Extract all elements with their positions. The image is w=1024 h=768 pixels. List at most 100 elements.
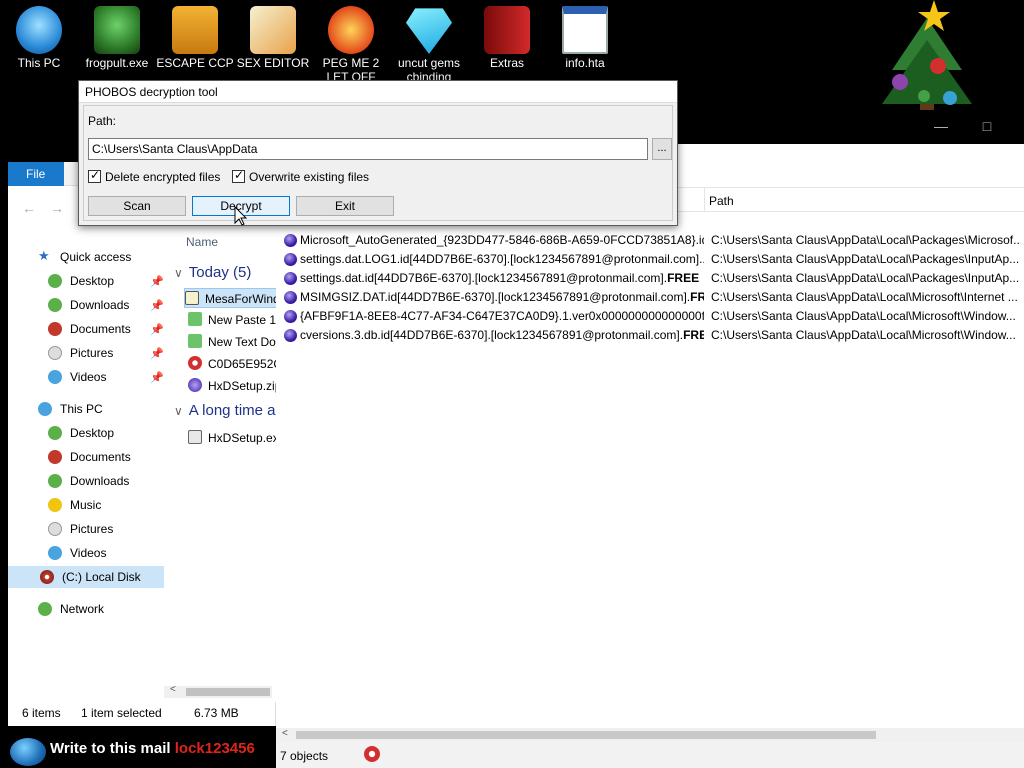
checkbox-checked-icon[interactable] bbox=[88, 168, 101, 183]
status-item-count: 6 items bbox=[22, 706, 61, 720]
videos-folder-icon bbox=[48, 546, 62, 560]
start-orb-icon[interactable] bbox=[10, 738, 46, 766]
result-file-path: C:\Users\Santa Claus\AppData\Local\Packa… bbox=[711, 252, 1020, 266]
back-arrow-icon[interactable]: ← bbox=[22, 200, 36, 216]
result-row[interactable]: Microsoft_AutoGenerated_{923DD477-5846-6… bbox=[276, 231, 1024, 250]
nav-label: Pictures bbox=[70, 346, 114, 360]
nav-pc-local-disk[interactable]: (C:) Local Disk bbox=[8, 566, 164, 588]
p-logo-icon bbox=[328, 6, 374, 54]
nav-pc-documents[interactable]: Documents bbox=[42, 446, 182, 468]
column-divider[interactable] bbox=[704, 188, 705, 212]
scroll-left-icon[interactable]: < bbox=[282, 728, 288, 739]
nav-pc-desktop[interactable]: Desktop bbox=[42, 422, 182, 444]
forward-arrow-icon[interactable]: → bbox=[50, 200, 64, 216]
delete-encrypted-checkbox[interactable]: Delete encrypted files bbox=[88, 168, 221, 184]
nav-quick-access[interactable]: ★ Quick access bbox=[32, 246, 172, 268]
file-name: C0D65E952C bbox=[208, 357, 276, 371]
results-statusbar: 7 objects bbox=[276, 742, 1024, 768]
desktop-folder-icon bbox=[48, 426, 62, 440]
pin-icon[interactable]: 📌 bbox=[150, 324, 164, 336]
nav-this-pc[interactable]: This PC bbox=[32, 398, 172, 420]
nav-network[interactable]: Network bbox=[32, 598, 172, 620]
maximize-icon[interactable]: □ bbox=[972, 118, 1002, 136]
group-today[interactable]: ∨ Today (5) bbox=[174, 264, 251, 281]
result-file-path: C:\Users\Santa Claus\AppData\Local\Micro… bbox=[711, 328, 1016, 342]
result-row[interactable]: settings.dat.LOG1.id[44DD7B6E-6370].[loc… bbox=[276, 250, 1024, 269]
file-item[interactable]: HxDSetup.zip bbox=[188, 376, 276, 396]
pictures-folder-icon bbox=[48, 522, 62, 536]
desktop-icon-escape-ccp[interactable]: ESCAPE CCP bbox=[156, 6, 234, 70]
nav-pc-pictures[interactable]: Pictures bbox=[42, 518, 182, 540]
results-horizontal-scrollbar[interactable]: < bbox=[276, 728, 1024, 742]
path-input[interactable] bbox=[88, 138, 648, 160]
desktop-icon-label: ESCAPE CCP bbox=[156, 56, 234, 70]
ransom-message: Write to this mail lock123456 bbox=[50, 740, 255, 757]
checkbox-label: Overwrite existing files bbox=[249, 170, 370, 184]
file-item[interactable]: New Text Doc bbox=[188, 332, 276, 352]
browse-button[interactable]: ... bbox=[652, 138, 672, 160]
desktop-icon-peg-me[interactable]: PEG ME 2 LET OFF STEAM bbox=[312, 6, 390, 84]
pin-icon[interactable]: 📌 bbox=[150, 372, 164, 384]
horizontal-scrollbar[interactable]: < bbox=[164, 684, 272, 698]
minimize-icon[interactable]: — bbox=[926, 118, 956, 136]
nav-label: Documents bbox=[70, 322, 131, 336]
result-row[interactable]: settings.dat.id[44DD7B6E-6370].[lock1234… bbox=[276, 269, 1024, 288]
file-item[interactable]: C0D65E952C bbox=[188, 354, 276, 374]
overwrite-existing-checkbox[interactable]: Overwrite existing files bbox=[232, 168, 370, 184]
pictures-folder-icon bbox=[48, 346, 62, 360]
result-row[interactable]: MSIMGSIZ.DAT.id[44DD7B6E-6370].[lock1234… bbox=[276, 288, 1024, 307]
scrollbar-thumb[interactable] bbox=[296, 731, 876, 739]
pin-icon[interactable]: 📌 bbox=[150, 276, 164, 288]
nav-label: This PC bbox=[60, 402, 103, 416]
group-label: A long time a bbox=[188, 402, 276, 419]
file-item[interactable]: New Paste 1.t bbox=[188, 310, 276, 330]
desktop-icon-uncut-gems[interactable]: uncut gems cbinding bbox=[390, 6, 468, 84]
result-file-name: {AFBF9F1A-8EE8-4C77-AF34-C647E37CA0D9}.1… bbox=[300, 309, 704, 323]
christmas-tree-icon bbox=[882, 0, 972, 112]
desktop-icon-sex-editor[interactable]: SEX EDITOR bbox=[234, 6, 312, 70]
desktop-icon-extras[interactable]: Extras bbox=[468, 6, 546, 70]
result-row[interactable]: cversions.3.db.id[44DD7B6E-6370].[lock12… bbox=[276, 326, 1024, 345]
group-long-time-ago[interactable]: ∨ A long time a bbox=[174, 402, 276, 419]
file-tab[interactable]: File bbox=[8, 162, 64, 186]
file-name: HxDSetup.exe bbox=[208, 431, 276, 445]
checkbox-checked-icon[interactable] bbox=[232, 168, 245, 183]
group-label: Today (5) bbox=[188, 264, 252, 281]
desktop-icon-info-hta[interactable]: info.hta bbox=[546, 6, 624, 70]
nav-label: Downloads bbox=[70, 298, 130, 312]
desktop-icon-frogpult[interactable]: frogpult.exe bbox=[78, 6, 156, 70]
column-header-path[interactable]: Path bbox=[709, 194, 734, 208]
result-file-path: C:\Users\Santa Claus\AppData\Local\Micro… bbox=[711, 309, 1016, 323]
disk-icon bbox=[40, 570, 54, 584]
desktop-icon-label: frogpult.exe bbox=[85, 56, 149, 70]
file-item[interactable]: MesaForWind bbox=[184, 288, 276, 308]
nav-pc-music[interactable]: Music bbox=[42, 494, 182, 516]
result-file-name: settings.dat.LOG1.id[44DD7B6E-6370].[loc… bbox=[300, 252, 704, 266]
checkbox-label: Delete encrypted files bbox=[105, 170, 221, 184]
scroll-left-icon[interactable]: < bbox=[170, 684, 176, 695]
star-icon: ★ bbox=[38, 248, 50, 263]
desktop-icon-this-pc[interactable]: This PC bbox=[0, 6, 78, 70]
encrypted-file-icon bbox=[284, 291, 297, 304]
scan-button[interactable]: Scan bbox=[88, 196, 186, 216]
pin-icon[interactable]: 📌 bbox=[150, 300, 164, 312]
network-icon bbox=[38, 602, 52, 616]
exit-button[interactable]: Exit bbox=[296, 196, 394, 216]
nav-label: Pictures bbox=[70, 522, 114, 536]
dialog-title: PHOBOS decryption tool bbox=[79, 81, 677, 103]
file-item[interactable]: HxDSetup.exe bbox=[188, 428, 276, 448]
seal-icon bbox=[172, 6, 218, 54]
scrollbar-thumb[interactable] bbox=[186, 688, 270, 696]
music-folder-icon bbox=[48, 498, 62, 512]
pin-icon[interactable]: 📌 bbox=[150, 348, 164, 360]
nav-pc-videos[interactable]: Videos bbox=[42, 542, 182, 564]
setup-exe-icon bbox=[188, 430, 202, 444]
downloads-folder-icon bbox=[48, 298, 62, 312]
nav-pc-downloads[interactable]: Downloads bbox=[42, 470, 182, 492]
status-size: 6.73 MB bbox=[194, 706, 239, 720]
nav-label: Videos bbox=[70, 370, 107, 384]
result-file-path: C:\Users\Santa Claus\AppData\Local\Micro… bbox=[711, 290, 1018, 304]
encrypted-file-icon bbox=[284, 234, 297, 247]
column-header-name[interactable]: Name bbox=[186, 235, 218, 249]
result-row[interactable]: {AFBF9F1A-8EE8-4C77-AF34-C647E37CA0D9}.1… bbox=[276, 307, 1024, 326]
